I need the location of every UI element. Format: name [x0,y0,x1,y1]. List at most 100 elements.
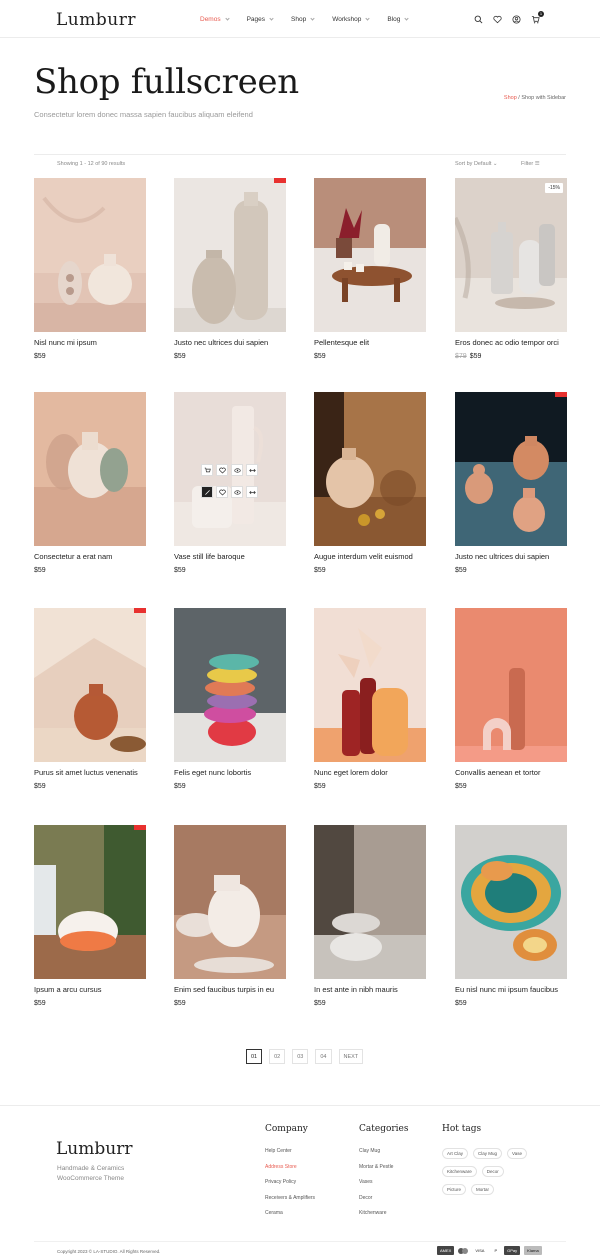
wishlist-button[interactable] [216,486,228,498]
product-image[interactable] [314,178,426,332]
product-image[interactable] [174,178,286,332]
search-icon[interactable] [474,15,483,24]
footer-link[interactable]: Clay Mug [359,1148,409,1164]
heart-icon[interactable] [493,15,502,24]
product-name[interactable]: Vase still life baroque [174,552,286,561]
product-name[interactable]: Felis eget nunc lobortis [174,768,286,777]
product-image[interactable]: -15% [455,178,567,332]
footer-link[interactable]: Receivers & Amplifiers [265,1195,315,1211]
tag-pill[interactable]: Picture [442,1184,467,1195]
product-name[interactable]: Justo nec ultrices dui sapien [174,338,286,347]
page-1-button[interactable]: 01 [246,1049,263,1064]
product-name[interactable]: Eu nisl nunc mi ipsum faucibus [455,985,567,994]
product-card[interactable]: In est ante in nibh mauris $59 [314,825,426,1007]
footer-link[interactable]: Cerama [265,1210,315,1226]
product-image[interactable] [455,392,567,546]
next-page-button[interactable]: NEXT [338,1049,364,1064]
add-to-cart-button[interactable] [201,486,213,498]
product-name[interactable]: Purus sit amet luctus venenatis [34,768,146,777]
product-price: $59 [34,783,146,790]
product-card[interactable]: Enim sed faucibus turpis in eu $59 [174,825,286,1007]
product-image[interactable] [34,608,146,762]
tag-pill[interactable]: Mortar [471,1184,495,1195]
page-4-button[interactable]: 04 [315,1049,332,1064]
product-name[interactable]: Ipsum a arcu cursus [34,985,146,994]
product-card[interactable]: Justo nec ultrices dui sapien $59 [174,178,286,360]
product-image[interactable] [455,825,567,979]
product-card[interactable]: Ipsum a arcu cursus $59 [34,825,146,1007]
product-name[interactable]: Pellentesque elit [314,338,426,347]
tag-pill[interactable]: Clay Mug [473,1148,503,1159]
cart-icon[interactable]: 1 [531,11,544,24]
product-name[interactable]: Augue interdum velit euismod [314,552,426,561]
filter-button[interactable]: Filter ☰ [521,161,540,167]
product-card[interactable]: Felis eget nunc lobortis $59 [174,608,286,790]
nav-workshop[interactable]: Workshop [332,16,370,23]
product-card[interactable]: Nisl nunc mi ipsum $59 [34,178,146,360]
quick-view-button[interactable] [231,486,243,498]
page-3-button[interactable]: 03 [292,1049,309,1064]
product-image[interactable] [34,178,146,332]
product-name[interactable]: Nisl nunc mi ipsum [34,338,146,347]
footer-link[interactable]: Help Center [265,1148,315,1164]
compare-button[interactable] [246,464,258,476]
nav-pages[interactable]: Pages [247,16,274,23]
product-card[interactable]: Purus sit amet luctus venenatis $59 [34,608,146,790]
product-card[interactable]: Vase still life baroque $59 [174,392,286,574]
product-card[interactable]: Convallis aenean et tortor $59 [455,608,567,790]
product-name[interactable]: Consectetur a erat nam [34,552,146,561]
tag-pill[interactable]: Decor [481,1166,504,1177]
product-card[interactable]: Nunc eget lorem dolor $59 [314,608,426,790]
product-image[interactable] [34,392,146,546]
price-current: $59 [314,783,326,790]
add-to-cart-button[interactable] [201,464,213,476]
compare-button[interactable] [246,486,258,498]
product-card[interactable]: Justo nec ultrices dui sapien $59 [455,392,567,574]
product-name[interactable]: In est ante in nibh mauris [314,985,426,994]
nav-demos[interactable]: Demos [200,16,230,23]
product-image[interactable] [174,608,286,762]
product-name[interactable]: Justo nec ultrices dui sapien [455,552,567,561]
nav-shop[interactable]: Shop [291,16,315,23]
footer-link[interactable]: Privacy Policy [265,1179,315,1195]
product-card[interactable]: Eu nisl nunc mi ipsum faucibus $59 [455,825,567,1007]
product-card[interactable]: Consectetur a erat nam $59 [34,392,146,574]
product-card[interactable]: Pellentesque elit $59 [314,178,426,360]
footer-tagline: Handmade & Ceramics [57,1165,125,1172]
product-name[interactable]: Nunc eget lorem dolor [314,768,426,777]
product-image[interactable] [174,392,286,546]
product-image[interactable] [314,825,426,979]
footer-link[interactable]: Kitchenware [359,1210,409,1226]
user-icon[interactable] [512,15,521,24]
amex-icon: AMEX [437,1246,455,1255]
product-price: $59 [34,567,146,574]
footer-link[interactable]: Mortar & Pestle [359,1164,409,1180]
breadcrumb-link-shop[interactable]: Shop [504,95,517,101]
product-card[interactable]: -15% Eros donec ac odio tempor orci $79 $… [455,178,567,360]
nav-blog[interactable]: Blog [387,16,410,23]
quick-view-button[interactable] [231,464,243,476]
footer-link[interactable]: Vases [359,1179,409,1195]
product-card[interactable]: Augue interdum velit euismod $59 [314,392,426,574]
gpay-icon: GPay [504,1246,521,1255]
sort-select[interactable]: Sort by Default ⌄ [455,161,498,167]
product-name[interactable]: Convallis aenean et tortor [455,768,567,777]
site-logo[interactable]: Lumburr [56,10,136,30]
footer-logo[interactable]: Lumburr [56,1139,132,1159]
price-old: $79 [455,353,467,360]
product-image[interactable] [314,608,426,762]
product-image[interactable] [314,392,426,546]
product-name[interactable]: Eros donec ac odio tempor orci [455,338,567,347]
product-image[interactable] [174,825,286,979]
wishlist-button[interactable] [216,464,228,476]
tag-pill[interactable]: Art Clay [442,1148,469,1159]
page-2-button[interactable]: 02 [269,1049,286,1064]
footer-link[interactable]: Decor [359,1195,409,1211]
tag-pill[interactable]: Kitchenware [442,1166,477,1177]
klarna-icon: Klarna [524,1246,542,1255]
footer-link[interactable]: Address Store [265,1164,315,1180]
product-image[interactable] [34,825,146,979]
tag-pill[interactable]: Vase [507,1148,527,1159]
product-image[interactable] [455,608,567,762]
product-name[interactable]: Enim sed faucibus turpis in eu [174,985,286,994]
